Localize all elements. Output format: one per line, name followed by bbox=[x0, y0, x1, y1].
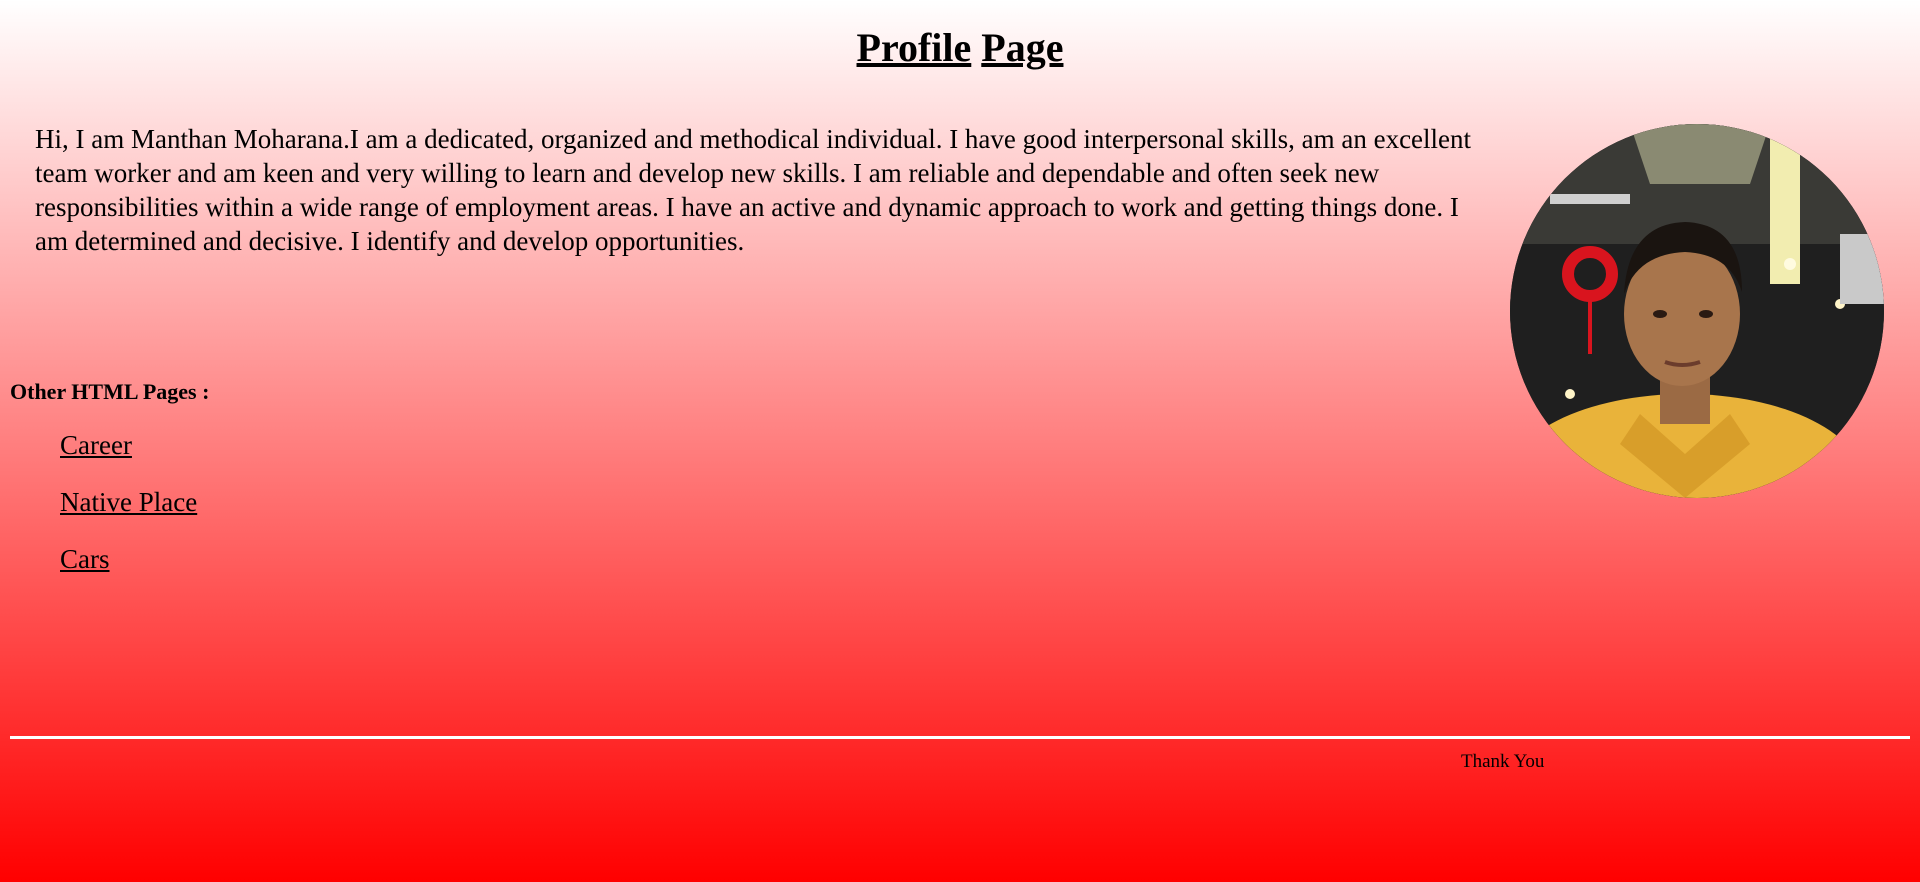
bio-paragraph: Hi, I am Manthan Moharana.I am a dedicat… bbox=[35, 124, 1472, 256]
other-pages-heading: Other HTML Pages : bbox=[10, 379, 210, 404]
page-title-word-page: Page bbox=[981, 25, 1064, 70]
list-item: Career bbox=[60, 428, 197, 462]
list-item: Native Place bbox=[60, 485, 197, 519]
page-title-word-profile: Profile bbox=[856, 25, 972, 70]
footer-divider bbox=[10, 736, 1910, 739]
cars-link[interactable]: Cars bbox=[60, 544, 110, 574]
career-link[interactable]: Career bbox=[60, 430, 132, 460]
page-title: Profile Page bbox=[0, 24, 1920, 72]
list-item: Cars bbox=[60, 542, 197, 576]
other-pages-list: Career Native Place Cars bbox=[60, 428, 197, 599]
native-place-link[interactable]: Native Place bbox=[60, 487, 197, 517]
footer-thank-you: Thank You bbox=[1461, 751, 1545, 772]
profile-photo bbox=[1510, 124, 1884, 498]
